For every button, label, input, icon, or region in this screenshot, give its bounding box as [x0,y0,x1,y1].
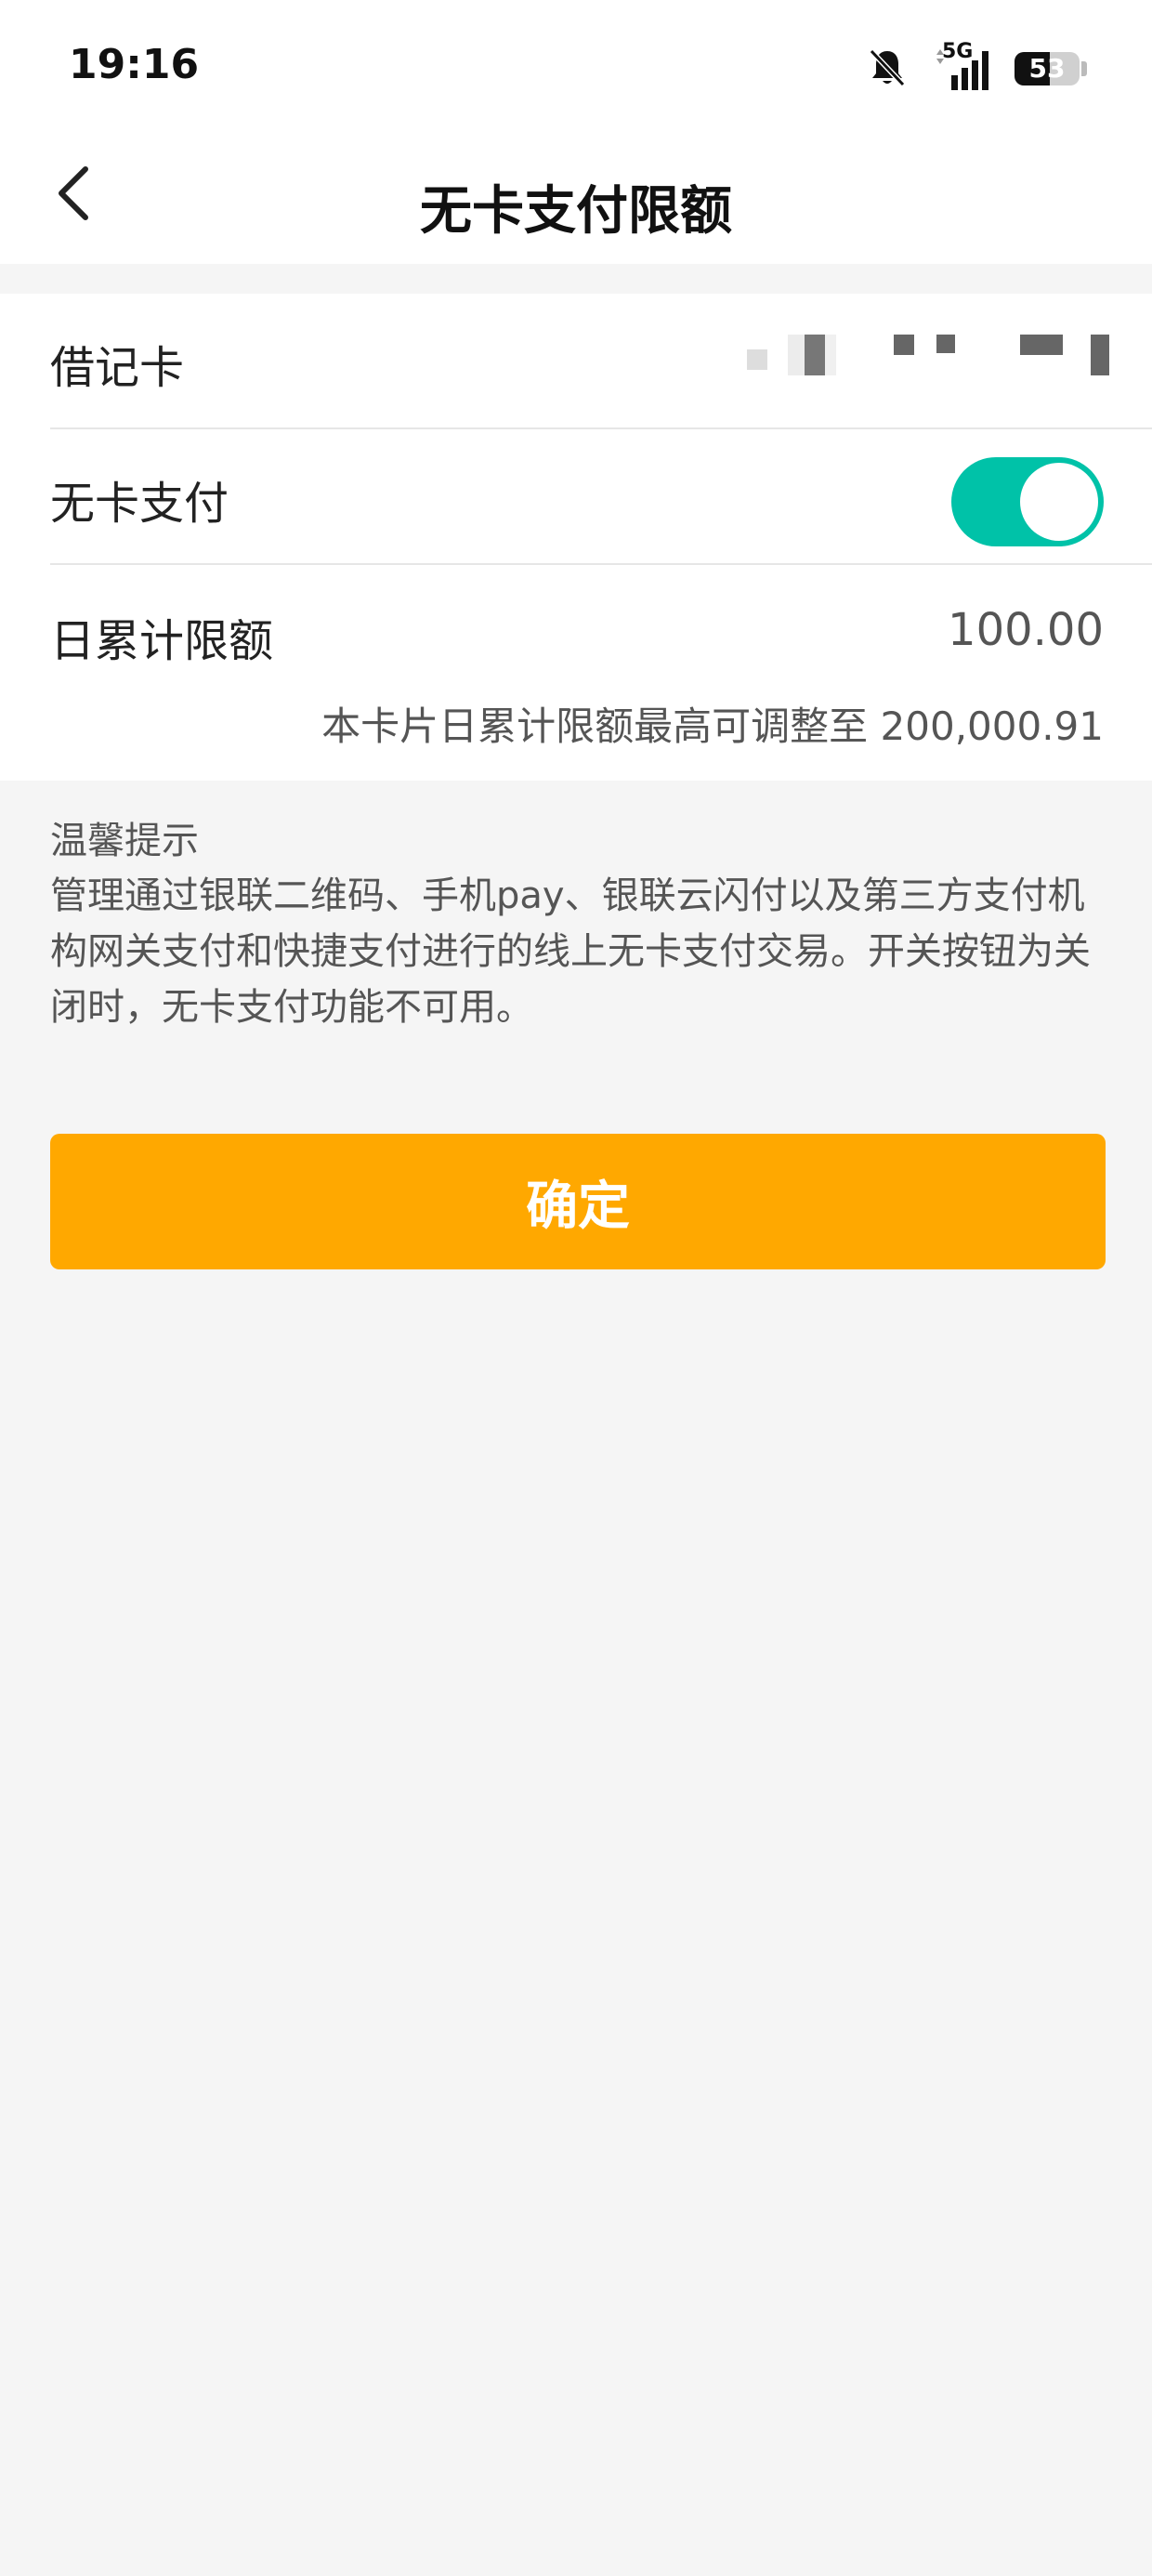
toggle-knob [1020,463,1098,541]
daily-limit-label: 日累计限额 [50,615,274,667]
daily-limit-value[interactable]: 100.00 [948,604,1104,656]
debit-card-row[interactable]: 借记卡 [0,294,1152,427]
daily-limit-note: 本卡片日累计限额最高可调整至 200,000.91 [321,703,1104,749]
settings-card: 借记卡 无卡支付 日累计限额 100.00 本卡片日累计限额最高可调整至 200… [0,294,1152,781]
tips-title: 温馨提示 [50,820,199,862]
confirm-button[interactable]: 确定 [50,1134,1106,1269]
no-card-pay-label: 无卡支付 [50,478,229,530]
status-time: 19:16 [69,41,200,88]
debit-card-label: 借记卡 [50,342,185,394]
tips-body: 管理通过银联二维码、手机pay、银联云闪付以及第三方支付机构网关支付和快捷支付进… [50,874,1091,1029]
masked-card-number [747,335,1109,375]
nav-bar: 无卡支付限额 [0,130,1152,264]
no-card-pay-toggle[interactable] [951,457,1104,546]
status-bar: 19:16 5G 53 [0,0,1152,130]
battery-level: 53 [1028,53,1066,84]
tips-section: 温馨提示 管理通过银联二维码、手机pay、银联云闪付以及第三方支付机构网关支付和… [50,814,1109,1035]
signal-5g-icon: 5G [933,40,990,92]
status-icons: 5G 53 [866,40,1087,95]
mute-bell-icon [866,46,909,92]
battery-icon: 53 [1015,50,1087,87]
page-title: 无卡支付限额 [420,181,732,242]
